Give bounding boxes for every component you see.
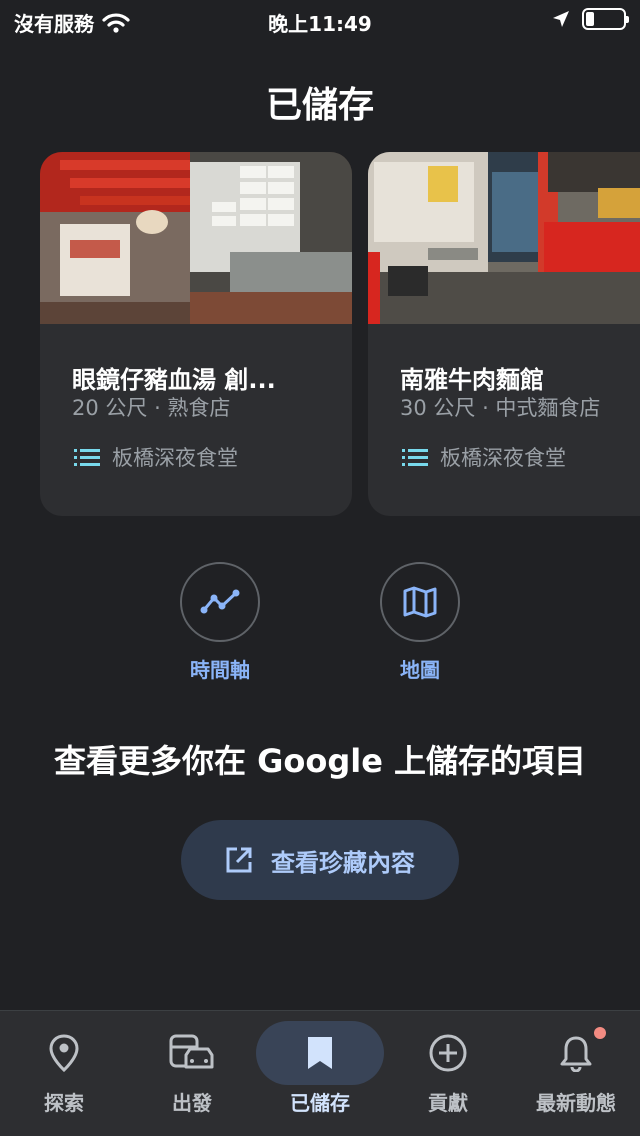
promo-text: 查看更多你在 Google 上儲存的項目 <box>53 742 587 780</box>
status-bar: 沒有服務 晚上11:49 <box>0 0 640 40</box>
place-name: 眼鏡仔豬血湯 創... <box>72 366 276 394</box>
notification-badge <box>594 1027 606 1039</box>
nav-item-contribute[interactable]: 貢獻 <box>384 1011 512 1136</box>
place-list-tag[interactable]: 板橋深夜食堂 <box>402 442 566 472</box>
timeline-label: 時間軸 <box>190 658 250 682</box>
map-action[interactable]: 地圖 <box>360 562 480 683</box>
battery-icon <box>582 8 629 30</box>
map-label: 地圖 <box>400 658 440 682</box>
place-card[interactable]: 南雅牛肉麵館 30 公尺 · 中式麵食店 板橋深夜食堂 <box>368 152 640 516</box>
location-arrow-icon <box>553 11 569 27</box>
nav-item-go[interactable]: 出發 <box>128 1011 256 1136</box>
list-name: 板橋深夜食堂 <box>440 446 566 470</box>
status-time: 晚上11:49 <box>268 12 372 36</box>
place-name: 南雅牛肉麵館 <box>400 366 544 394</box>
map-button[interactable] <box>380 562 460 642</box>
open-external-icon <box>226 847 252 873</box>
nav-label: 探索 <box>44 1091 84 1115</box>
place-card[interactable]: 眼鏡仔豬血湯 創... 20 公尺 · 熟食店 板橋深夜食堂 <box>40 152 352 516</box>
view-collections-label: 查看珍藏內容 <box>271 848 415 877</box>
location-pin-icon <box>49 1034 79 1072</box>
saved-places-carousel[interactable]: 眼鏡仔豬血湯 創... 20 公尺 · 熟食店 板橋深夜食堂 南雅牛肉麵館 30… <box>40 152 640 518</box>
place-photo <box>368 152 640 324</box>
nav-label: 出發 <box>172 1091 212 1115</box>
nav-item-saved[interactable]: 已儲存 <box>256 1011 384 1136</box>
nav-label: 貢獻 <box>428 1091 468 1115</box>
nav-icon-wrap <box>0 1021 128 1085</box>
nav-icon-wrap <box>384 1021 512 1085</box>
view-collections-button[interactable]: 查看珍藏內容 <box>181 820 459 900</box>
nav-icon-wrap <box>256 1021 384 1085</box>
place-list-tag[interactable]: 板橋深夜食堂 <box>74 442 238 472</box>
timeline-icon <box>200 589 240 614</box>
nav-item-updates[interactable]: 最新動態 <box>512 1011 640 1136</box>
nav-item-explore[interactable]: 探索 <box>0 1011 128 1136</box>
bell-icon <box>560 1036 592 1072</box>
nav-icon-wrap <box>128 1021 256 1085</box>
nav-label: 最新動態 <box>536 1091 616 1115</box>
timeline-button[interactable] <box>180 562 260 642</box>
page-title: 已儲存 <box>265 85 374 126</box>
place-photo <box>40 152 352 324</box>
timeline-action[interactable]: 時間軸 <box>160 562 280 683</box>
nav-label: 已儲存 <box>290 1091 350 1115</box>
bookmark-icon <box>308 1037 332 1069</box>
car-transit-icon <box>169 1034 214 1069</box>
map-icon <box>403 586 437 618</box>
place-distance-category: 30 公尺 · 中式麵食店 <box>400 396 601 420</box>
bottom-nav: 探索 出發 已儲存 貢獻 最新動態 <box>0 1010 640 1136</box>
status-right <box>552 8 629 30</box>
place-distance-category: 20 公尺 · 熟食店 <box>72 396 231 420</box>
list-icon <box>74 449 100 466</box>
list-name: 板橋深夜食堂 <box>112 446 238 470</box>
plus-circle-icon <box>429 1034 467 1072</box>
list-icon <box>402 449 428 466</box>
nav-icon-wrap <box>512 1021 640 1085</box>
